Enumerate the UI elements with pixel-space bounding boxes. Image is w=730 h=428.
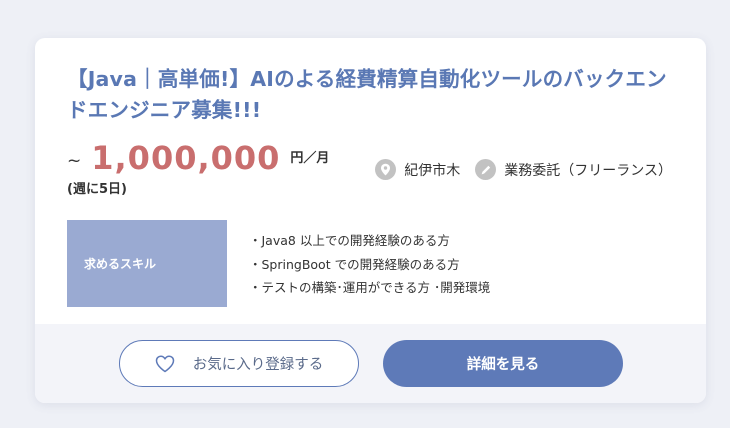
skill-item: ・SpringBoot での開発経験のある方 — [249, 256, 460, 272]
salary-prefix: ~ — [67, 151, 82, 171]
map-pin-icon — [375, 159, 397, 180]
contract-type: 業務委託（フリーランス） — [475, 159, 672, 180]
pencil-icon — [475, 159, 497, 180]
skill-item: ・Java8 以上での開発経験のある方 — [249, 233, 450, 248]
favorite-label: お気に入り登録する — [192, 357, 324, 373]
salary-unit: 円／月 — [290, 151, 330, 166]
location-label: 紀伊市木 — [404, 162, 461, 179]
card-footer: お気に入り登録する 詳細を見る — [35, 324, 706, 403]
job-card: 【Java｜高単価!】AIのよる経費精算自動化ツールのバックエンドエンジニア募集… — [35, 38, 706, 403]
skills-list: ・Java8 以上での開発経験のある方 ・SpringBoot での開発経験のあ… — [249, 229, 490, 300]
skills-label: 求めるスキル — [67, 220, 227, 307]
job-title[interactable]: 【Java｜高単価!】AIのよる経費精算自動化ツールのバックエンドエンジニア募集… — [67, 64, 679, 126]
heart-icon — [155, 355, 175, 373]
contract-label: 業務委託（フリーランス） — [504, 162, 672, 179]
detail-button[interactable]: 詳細を見る — [383, 340, 623, 387]
skill-item: ・テストの構築･運用ができる方 ･開発環境 — [249, 280, 491, 295]
location: 紀伊市木 — [375, 159, 460, 180]
salary-amount: 1,000,000 — [91, 139, 281, 177]
job-meta: 紀伊市木 業務委託（フリーランス） — [375, 159, 672, 180]
salary: ~ 1,000,000 円／月 — [67, 140, 329, 176]
salary-note: (週に5日) — [67, 182, 127, 197]
favorite-button[interactable]: お気に入り登録する — [119, 340, 359, 387]
